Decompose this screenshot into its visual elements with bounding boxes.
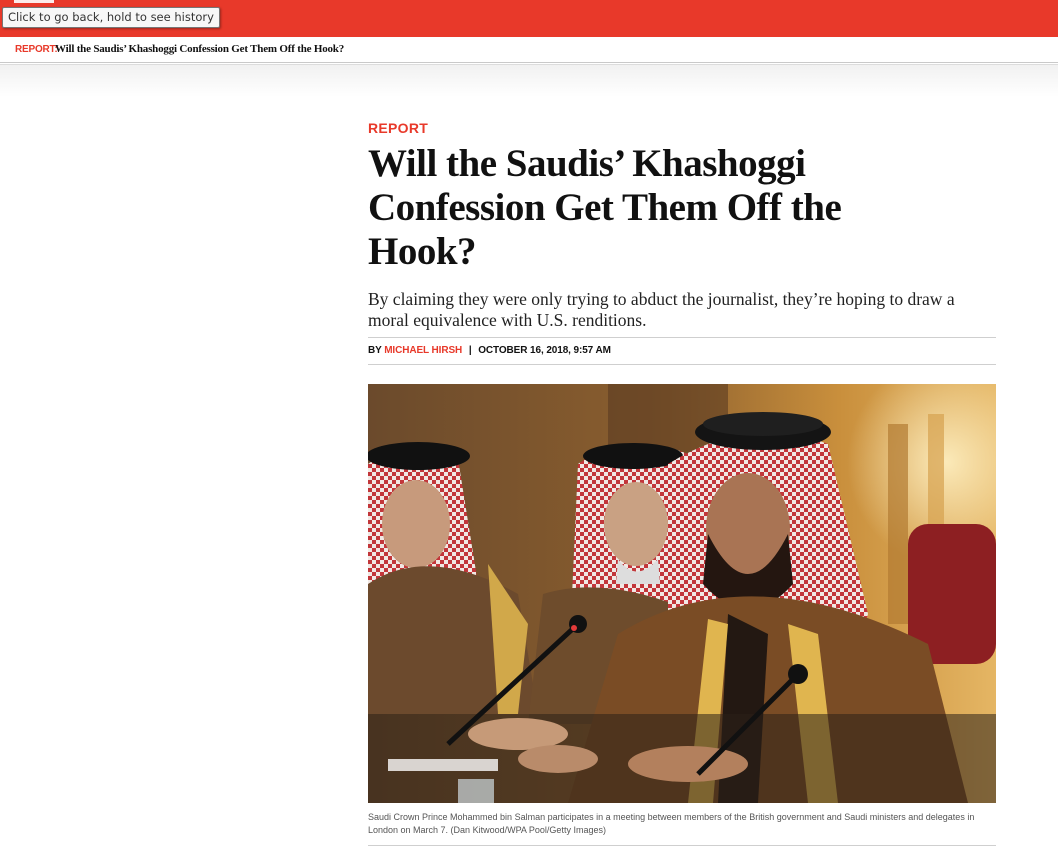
byline-top-rule (368, 337, 996, 338)
byline-prefix: BY (368, 345, 382, 356)
sticky-article-bar: REPORT: Will the Saudis’ Khashoggi Confe… (0, 37, 1058, 63)
site-header: Click to go back, hold to see history (0, 0, 1058, 37)
byline-bottom-rule (368, 364, 996, 365)
byline-separator: | (468, 345, 472, 356)
caption-bottom-rule (368, 845, 996, 846)
photo-caption: Saudi Crown Prince Mohammed bin Salman p… (368, 812, 975, 835)
author-link[interactable]: MICHAEL HIRSH (384, 345, 462, 356)
article-headline: Will the Saudis’ Khashoggi Confession Ge… (368, 142, 842, 273)
header-shadow (0, 65, 1058, 97)
byline: BY MICHAEL HIRSH | OCTOBER 16, 2018, 9:5… (368, 345, 611, 356)
publish-date: OCTOBER 16, 2018, 9:57 AM (478, 345, 611, 356)
section-label[interactable]: REPORT (368, 120, 428, 136)
page: Click to go back, hold to see history RE… (0, 0, 1058, 852)
article-photo (368, 384, 996, 803)
sticky-section-label[interactable]: REPORT: (15, 44, 58, 55)
article-dek: By claiming they were only trying to abd… (368, 289, 955, 330)
photo-illustration (368, 384, 996, 803)
back-button-tooltip: Click to go back, hold to see history (2, 7, 220, 28)
sticky-article-title[interactable]: Will the Saudis’ Khashoggi Confession Ge… (55, 43, 344, 55)
